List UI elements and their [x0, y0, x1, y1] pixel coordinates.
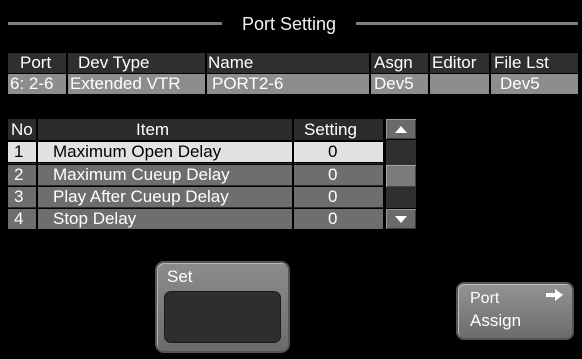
page-title: Port Setting — [222, 12, 356, 36]
name-value: PORT2-6 — [212, 74, 284, 93]
port-col-divider — [369, 53, 371, 95]
set-button[interactable]: Set — [155, 261, 290, 353]
scroll-down-button[interactable] — [386, 209, 416, 229]
port-assign-label-line2: Assign — [470, 311, 522, 330]
item-name: Stop Delay — [53, 209, 137, 228]
port-table-header: Port Dev Type Name Asgn Editor File Lst — [8, 53, 578, 73]
row-divider — [8, 207, 383, 208]
item-setting: 0 — [328, 142, 338, 161]
scroll-up-button[interactable] — [386, 119, 416, 139]
item-number: 2 — [14, 165, 24, 184]
list-col-divider — [36, 119, 38, 229]
set-button-label: Set — [167, 267, 193, 286]
list-item[interactable]: 4 Stop Delay 0 — [8, 209, 383, 229]
item-name: Maximum Cueup Delay — [53, 165, 230, 184]
port-col-divider — [428, 53, 430, 95]
item-name: Play After Cueup Delay — [53, 187, 229, 206]
up-triangle-icon — [395, 126, 407, 133]
port-col-divider — [205, 53, 207, 95]
down-triangle-icon — [395, 216, 407, 223]
item-number: 4 — [14, 209, 24, 228]
item-setting: 0 — [328, 209, 338, 228]
title-rule-right — [356, 22, 578, 25]
row-divider — [8, 185, 383, 186]
item-column-header: Item — [136, 120, 170, 139]
list-item[interactable]: 1 Maximum Open Delay 0 — [8, 142, 383, 162]
name-column-header: Name — [208, 53, 254, 72]
title-rule-left — [8, 22, 222, 25]
port-table-row[interactable]: 6: 2-6 Extended VTR PORT2-6 Dev5 Dev5 — [8, 74, 578, 94]
dev-type-value: Extended VTR — [70, 74, 181, 93]
item-name: Maximum Open Delay — [53, 142, 222, 161]
set-value-display — [164, 291, 281, 343]
scroll-thumb[interactable] — [386, 165, 416, 187]
no-column-header: No — [11, 120, 33, 139]
asgn-value: Dev5 — [374, 74, 414, 93]
port-value: 6: 2-6 — [10, 74, 54, 93]
dev-type-column-header: Dev Type — [78, 53, 150, 72]
item-setting: 0 — [328, 165, 338, 184]
list-col-divider — [292, 119, 294, 229]
asgn-column-header: Asgn — [374, 53, 413, 72]
file-lst-column-header: File Lst — [494, 53, 549, 72]
port-col-divider — [66, 53, 68, 95]
port-assign-label-line1: Port — [470, 290, 500, 307]
port-assign-button[interactable]: Port Assign — [456, 282, 574, 340]
right-arrow-icon — [546, 289, 563, 301]
port-col-divider — [489, 53, 491, 95]
item-list-header: No Item Setting — [8, 119, 383, 140]
item-number: 1 — [14, 142, 24, 161]
list-item[interactable]: 3 Play After Cueup Delay 0 — [8, 187, 383, 207]
setting-column-header: Setting — [304, 120, 357, 139]
row-divider — [8, 163, 383, 164]
editor-column-header: Editor — [432, 53, 477, 72]
port-column-header: Port — [20, 53, 52, 72]
item-number: 3 — [14, 187, 24, 206]
list-item[interactable]: 2 Maximum Cueup Delay 0 — [8, 165, 383, 185]
file-lst-value: Dev5 — [500, 74, 540, 93]
item-setting: 0 — [328, 187, 338, 206]
